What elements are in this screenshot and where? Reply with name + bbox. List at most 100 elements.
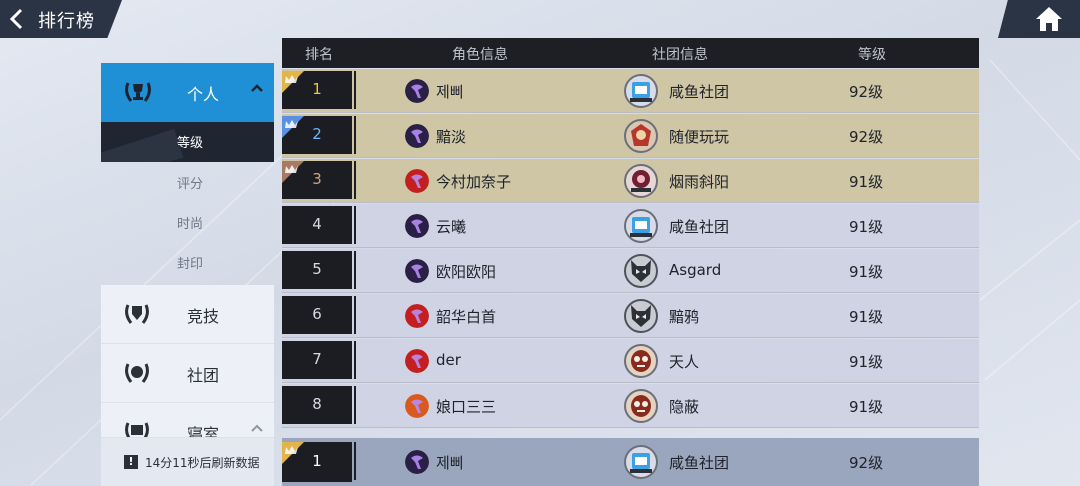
club-name: 咸鱼社团 [669, 454, 730, 472]
club-name: 黯鸦 [669, 308, 700, 326]
rank-number: 1 [312, 80, 322, 98]
club-badge-icon [624, 299, 658, 333]
character-name: 欧阳欧阳 [436, 263, 497, 281]
rank-number: 3 [312, 170, 322, 188]
club-badge-icon [624, 389, 658, 423]
rank-number: 1 [312, 452, 322, 470]
club-badge-icon [624, 445, 658, 479]
club-name: 隐蔽 [669, 398, 700, 416]
refresh-notice: ! 14分11秒后刷新数据 [101, 438, 274, 486]
table-row[interactable]: 5 欧阳欧阳 Asgard 91级 [282, 249, 979, 293]
club-badge-icon [624, 74, 658, 108]
nav-category-arena[interactable]: 竞技 [101, 285, 274, 344]
character-name: 黯淡 [436, 128, 467, 146]
table-row[interactable]: 4 云曦 咸鱼社团 91级 [282, 204, 979, 248]
level-value: 92级 [849, 128, 884, 146]
club-badge-icon [624, 164, 658, 198]
rank-cell: 6 [282, 296, 356, 334]
warning-icon: ! [124, 455, 138, 469]
home-icon [1036, 7, 1062, 31]
class-icon [405, 259, 429, 283]
laurel-club-icon [125, 363, 149, 383]
nav-category-club[interactable]: 社团 [101, 344, 274, 403]
club-name: 随便玩玩 [669, 128, 730, 146]
class-icon [405, 394, 429, 418]
ranking-rows: 1 제삐 咸鱼社团 92级 2 黯淡 随便玩玩 92级 3 今村加奈子 烟雨斜阳 91级 4 云曦 咸鱼社团… [282, 68, 979, 438]
table-row[interactable]: 6 韶华白首 黯鸦 91级 [282, 294, 979, 338]
nav-category-dorm[interactable]: 寝室 [101, 403, 274, 438]
laurel-dorm-icon [125, 422, 149, 437]
club-badge-icon [624, 254, 658, 288]
class-icon [405, 304, 429, 328]
ranking-table: 排名 角色信息 社团信息 等级 [282, 38, 979, 68]
class-icon [405, 79, 429, 103]
character-name: 제삐 [436, 83, 464, 101]
class-icon [405, 214, 429, 238]
column-header-rank: 排名 [305, 47, 333, 63]
level-value: 91级 [849, 353, 884, 371]
rank-cell: 2 [282, 116, 356, 154]
laurel-arena-icon [125, 304, 149, 324]
nav-category-personal[interactable]: 个人 [101, 63, 274, 122]
column-header-club: 社团信息 [652, 47, 708, 63]
club-name: 烟雨斜阳 [669, 173, 730, 191]
home-button[interactable] [998, 0, 1080, 38]
level-value: 92级 [849, 83, 884, 101]
class-icon [405, 169, 429, 193]
nav-category-label: 寝室 [187, 425, 220, 438]
table-row[interactable]: 8 娘口三三 隐蔽 91级 [282, 384, 979, 428]
club-name: Asgard [669, 261, 722, 279]
chevron-left-icon [9, 8, 23, 30]
rank-cell: 7 [282, 341, 356, 379]
rank-number: 7 [312, 350, 322, 368]
character-name: 제삐 [436, 454, 464, 472]
rank-number: 2 [312, 125, 322, 143]
club-badge-icon [624, 209, 658, 243]
class-icon [405, 124, 429, 148]
character-name: 娘口三三 [436, 398, 497, 416]
level-value: 91级 [849, 173, 884, 191]
nav-sub-label: 时尚 [177, 217, 204, 232]
nav-sub-fashion[interactable]: 时尚 [101, 202, 274, 242]
rank-number: 6 [312, 305, 322, 323]
table-row[interactable]: 7 der 天人 91级 [282, 339, 979, 383]
back-button[interactable] [6, 7, 28, 31]
page-title: 排行榜 [38, 11, 95, 32]
character-name: 韶华白首 [436, 308, 497, 326]
club-name: 咸鱼社团 [669, 83, 730, 101]
column-header-level: 等级 [858, 47, 886, 63]
class-icon [405, 450, 429, 474]
rank-cell: 1 [282, 71, 356, 109]
table-row[interactable]: 2 黯淡 随便玩玩 92级 [282, 114, 979, 158]
rank-cell: 3 [282, 161, 356, 199]
nav-sub-score[interactable]: 评分 [101, 162, 274, 202]
nav-sub-label: 等级 [177, 136, 204, 151]
laurel-trophy-icon [125, 82, 151, 102]
table-row[interactable]: 1 제삐 咸鱼社团 92级 [282, 69, 979, 113]
level-value: 91级 [849, 263, 884, 281]
class-icon [405, 349, 429, 373]
self-ranking-row[interactable]: 1 제삐 咸鱼社团 92级 [282, 438, 979, 486]
level-value: 91级 [849, 308, 884, 326]
rank-cell: 5 [282, 251, 356, 289]
level-value: 92级 [849, 454, 884, 472]
character-name: 云曦 [436, 218, 467, 236]
nav-category-label: 竞技 [187, 307, 220, 326]
nav-sub-label: 评分 [177, 177, 204, 192]
character-name: 今村加奈子 [436, 173, 512, 191]
rank-cell: 4 [282, 206, 356, 244]
rank-cell: 8 [282, 386, 356, 424]
column-header-character: 角色信息 [452, 47, 508, 63]
nav-sub-seal[interactable]: 封印 [101, 242, 274, 282]
character-name: der [436, 351, 461, 369]
level-value: 91级 [849, 218, 884, 236]
club-badge-icon [624, 344, 658, 378]
table-header: 排名 角色信息 社团信息 等级 [282, 38, 979, 68]
nav-sub-level[interactable]: 等级 [101, 122, 274, 162]
table-row[interactable]: 3 今村加奈子 烟雨斜阳 91级 [282, 159, 979, 203]
refresh-countdown: 14分11秒后刷新数据 [145, 456, 260, 470]
chevron-up-icon [251, 424, 263, 432]
rank-number: 8 [312, 395, 322, 413]
club-badge-icon [624, 119, 658, 153]
category-nav: 个人 等级 评分 时尚 封印 [101, 63, 274, 282]
